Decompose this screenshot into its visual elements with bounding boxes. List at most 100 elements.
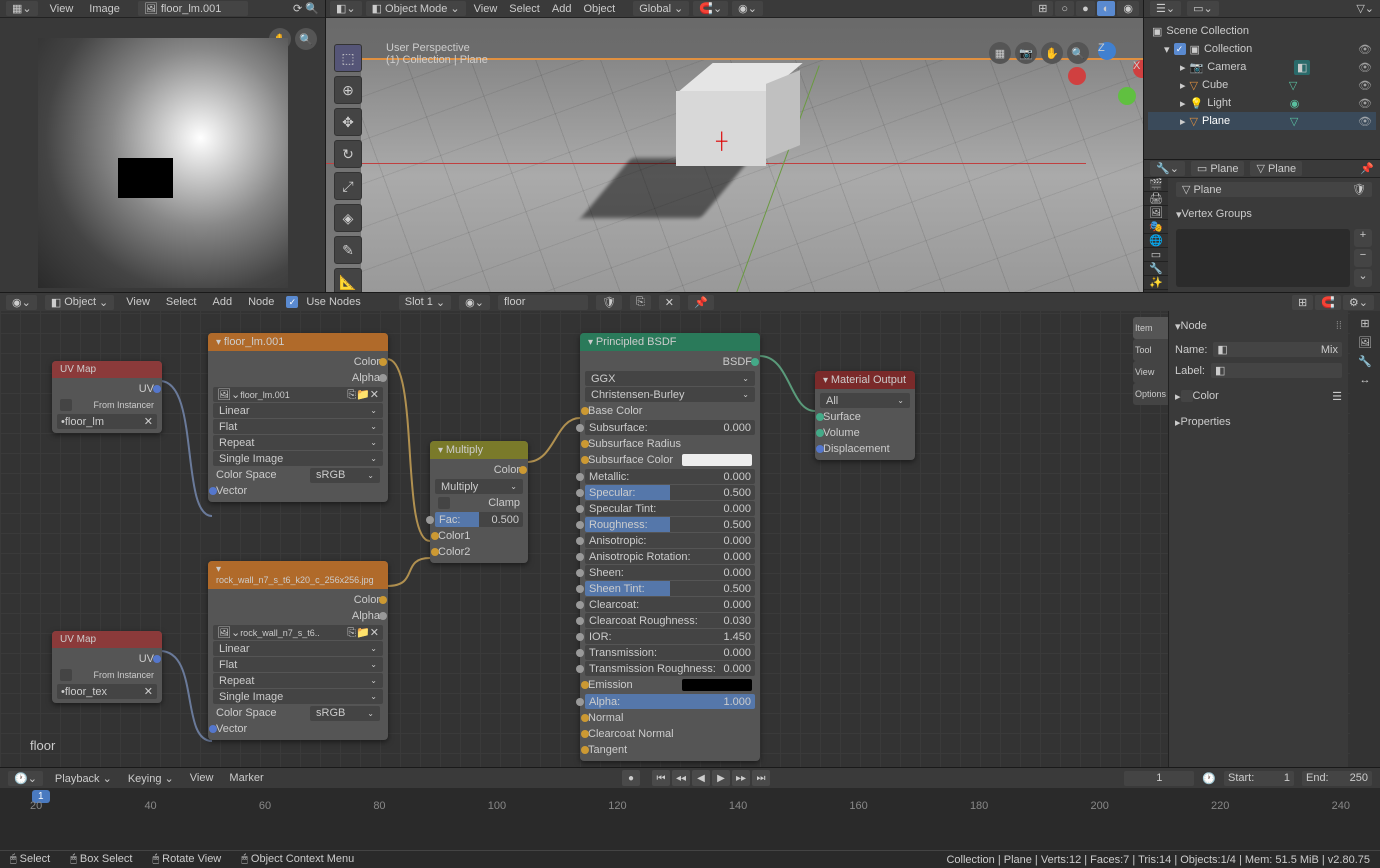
shading-solid[interactable]: ● (1076, 1, 1095, 16)
pin-plane-1[interactable]: ▭ Plane (1191, 161, 1245, 176)
clamp-check[interactable] (438, 497, 450, 509)
color-subsection[interactable]: ▸ Color☰ (1175, 385, 1342, 407)
view-camera-icon[interactable]: 📷 (1015, 42, 1037, 64)
visibility-icon[interactable]: 👁 (1358, 43, 1372, 56)
scene-collection-row[interactable]: ▣ Scene Collection (1148, 22, 1376, 40)
ext-dropdown[interactable]: Repeat (213, 673, 383, 688)
bsdf-clearcoatroughness[interactable]: Clearcoat Roughness:0.030 (585, 613, 755, 628)
bsdf-tangent[interactable]: Tangent (585, 742, 755, 758)
tab-physics[interactable]: ⚛ (1144, 290, 1168, 292)
bsdf-roughness[interactable]: Roughness:0.500 (585, 517, 755, 532)
from-instancer-check[interactable] (60, 399, 72, 411)
collection-checkbox[interactable] (1174, 43, 1186, 55)
timeline-track[interactable]: 1 20406080100120140160180200220240 (0, 788, 1380, 822)
bsdf-subsurface[interactable]: Subsurface:0.000 (585, 420, 755, 435)
jump-end-icon[interactable]: ⏭ (752, 770, 770, 786)
jump-start-icon[interactable]: ⏮ (652, 770, 670, 786)
backdrop-icon[interactable]: ⊞ (1292, 295, 1313, 310)
target-dropdown[interactable]: All (820, 393, 910, 408)
tool-annotate[interactable]: ✎ (334, 236, 362, 264)
key-next-icon[interactable]: ▸▸ (732, 770, 750, 786)
ne-menu-view[interactable]: View (122, 296, 154, 308)
bsdf-clearcoatnormal[interactable]: Clearcoat Normal (585, 726, 755, 742)
node-image-texture-2[interactable]: ▾ rock_wall_n7_s_t6_k20_c_256x256.jpg Co… (208, 561, 388, 740)
bsdf-alpha[interactable]: Alpha:1.000 (585, 694, 755, 709)
bsdf-sheen[interactable]: Sheen:0.000 (585, 565, 755, 580)
ext-dropdown[interactable]: Repeat (213, 435, 383, 450)
source-dropdown[interactable]: Single Image (213, 451, 383, 466)
tool-scale[interactable]: ⤢ (334, 172, 362, 200)
image-name-field[interactable]: 🖼 floor_lm.001 (138, 1, 248, 16)
tab-particle[interactable]: ✨ (1144, 276, 1168, 290)
blend-dropdown[interactable]: Multiply (435, 479, 523, 494)
tab-output[interactable]: 🖨 (1144, 192, 1168, 206)
visibility-icon[interactable]: 👁 (1358, 61, 1372, 74)
light-data-icon[interactable]: ◉ (1290, 97, 1300, 110)
tl-menu-view[interactable]: View (186, 772, 218, 784)
collection-row[interactable]: ▾ ▣ Collection 👁 (1148, 40, 1376, 58)
node-mix[interactable]: ▾ Multiply Color Multiply Clamp Fac:0.50… (430, 441, 528, 563)
camera-icon[interactable]: ▦ (989, 42, 1011, 64)
tab-scene[interactable]: 🎭 (1144, 220, 1168, 234)
properties-subsection[interactable]: ▸ Properties (1175, 411, 1342, 433)
snap-icon[interactable]: 🧲 (1315, 295, 1341, 310)
editor-type-icon[interactable]: ▦⌄ (6, 1, 38, 16)
filter-icon[interactable]: ▽⌄ (1356, 2, 1374, 15)
visibility-icon[interactable]: 👁 (1358, 97, 1372, 110)
tool-move[interactable]: ✥ (334, 108, 362, 136)
overlay-icon-1[interactable]: ⊞ (1360, 317, 1369, 330)
orientation-dropdown[interactable]: Global ⌄ (633, 1, 689, 16)
nav-gizmo[interactable]: Z X (1076, 48, 1123, 95)
play-rev-icon[interactable]: ◀ (692, 770, 710, 786)
distribution-dropdown[interactable]: GGX (585, 371, 755, 386)
bsdf-transmission[interactable]: Transmission:0.000 (585, 645, 755, 660)
bsdf-speculartint[interactable]: Specular Tint:0.000 (585, 501, 755, 516)
tab-render[interactable]: 🎬 (1144, 178, 1168, 192)
pan-icon[interactable]: ✋ (1041, 42, 1063, 64)
node-material-output[interactable]: ▾ Material Output All Surface Volume Dis… (815, 371, 915, 460)
start-frame-field[interactable]: Start:1 (1224, 771, 1294, 786)
sync-icon[interactable]: 🕐 (1202, 772, 1216, 785)
outliner-type-icon[interactable]: ☰⌄ (1150, 1, 1181, 16)
interp-dropdown[interactable]: Linear (213, 641, 383, 656)
viewport-canvas[interactable]: ⬚ ⊕ ✥ ↻ ⤢ ◈ ✎ 📐 User Perspective (1) Col… (326, 18, 1143, 292)
tl-menu-marker[interactable]: Marker (225, 772, 267, 784)
material-unlink[interactable]: ✕ (659, 295, 680, 310)
colorspace-dropdown[interactable]: sRGB (310, 706, 380, 721)
bsdf-anisotropicrotation[interactable]: Anisotropic Rotation:0.000 (585, 549, 755, 564)
ne-menu-add[interactable]: Add (208, 296, 236, 308)
use-nodes-checkbox[interactable] (286, 296, 298, 308)
uvmap-field[interactable]: • floor_tex✕ (57, 684, 157, 699)
remove-vgroup[interactable]: − (1354, 249, 1372, 267)
proj-dropdown[interactable]: Flat (213, 657, 383, 672)
tool-cursor[interactable]: ⊕ (334, 76, 362, 104)
bsdf-clearcoat[interactable]: Clearcoat:0.000 (585, 597, 755, 612)
tab-object[interactable]: ▭ (1144, 248, 1168, 262)
node-image-texture-1[interactable]: ▾ floor_lm.001 Color Alpha 🖼⌄ floor_lm.0… (208, 333, 388, 502)
data-name-field[interactable]: ▽ Plane 🛡 (1176, 182, 1372, 197)
tool-transform[interactable]: ◈ (334, 204, 362, 232)
ne-menu-select[interactable]: Select (162, 296, 201, 308)
current-frame-field[interactable]: 1 (1124, 771, 1194, 786)
node-section-header[interactable]: ▾ Node⁞⁞ (1175, 315, 1342, 337)
cube-row[interactable]: ▸▽ Cube ▽ 👁 (1148, 76, 1376, 94)
bsdf-basecolor[interactable]: Base Color (585, 403, 755, 419)
bsdf-transmissionroughness[interactable]: Transmission Roughness:0.000 (585, 661, 755, 676)
proportional-icon[interactable]: ◉⌄ (732, 1, 763, 16)
node-principled-bsdf[interactable]: ▾ Principled BSDF BSDF GGX Christensen-B… (580, 333, 760, 761)
overlay-toggle[interactable]: ⊞ (1032, 1, 1053, 16)
tl-menu-playback[interactable]: Playback ⌄ (51, 772, 116, 785)
tab-modifier[interactable]: 🔧 (1144, 262, 1168, 276)
mesh-data-icon[interactable]: ▽ (1290, 115, 1298, 128)
material-copy[interactable]: ⎘ (630, 295, 651, 310)
interp-dropdown[interactable]: Linear (213, 403, 383, 418)
tool-select[interactable]: ⬚ (334, 44, 362, 72)
ne-options-icon[interactable]: ⚙⌄ (1343, 295, 1374, 310)
bsdf-subsurfaceradius[interactable]: Subsurface Radius (585, 436, 755, 452)
overlay-icon-3[interactable]: 🔧 (1358, 355, 1372, 368)
tl-menu-keying[interactable]: Keying ⌄ (124, 772, 178, 785)
material-fake-user[interactable]: 🛡 (596, 295, 622, 310)
light-row[interactable]: ▸💡 Light ◉ 👁 (1148, 94, 1376, 112)
node-uvmap-2[interactable]: UV Map UV From Instancer • floor_tex✕ (52, 631, 162, 703)
pin-icon[interactable]: 📌 (1360, 162, 1374, 175)
